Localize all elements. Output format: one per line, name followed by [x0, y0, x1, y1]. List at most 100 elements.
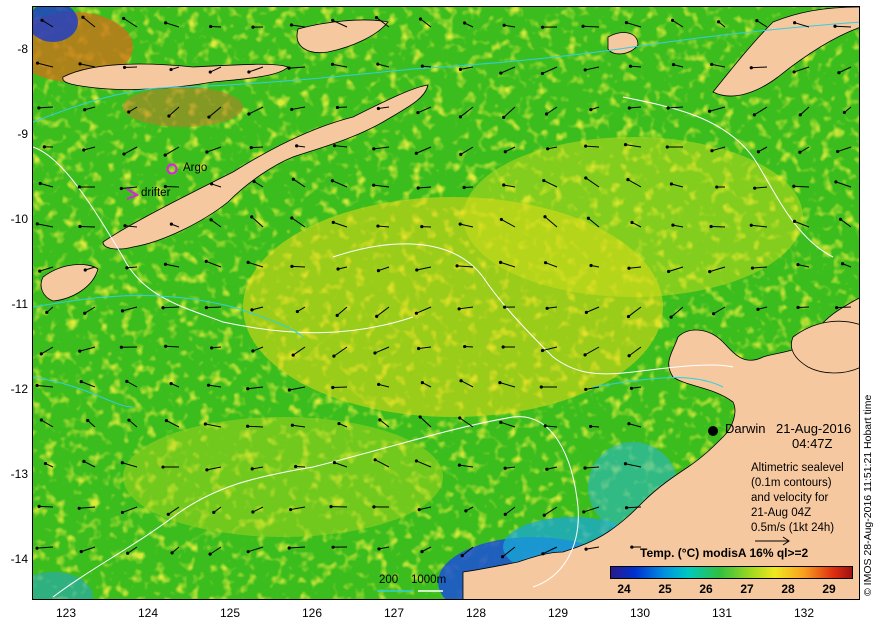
velocity-arrow-head — [541, 552, 545, 556]
velocity-arrow-head — [502, 115, 506, 119]
velocity-arrow-head — [373, 351, 377, 355]
velocity-arrow-head — [416, 186, 420, 190]
velocity-arrow-head — [35, 383, 39, 388]
colorbar-tick-label: 26 — [699, 582, 713, 596]
velocity-arrow-head — [203, 422, 207, 426]
sst-map — [33, 7, 859, 599]
velocity-arrow-head — [208, 70, 212, 74]
velocity-arrow-head — [78, 62, 82, 66]
velocity-arrow-head — [503, 150, 507, 154]
velocity-arrow-head — [543, 424, 547, 428]
velocity-arrow-head — [250, 467, 254, 471]
velocity-arrow-head — [77, 506, 81, 510]
velocity-arrow-head — [43, 461, 48, 466]
velocity-arrow-head — [373, 458, 377, 462]
velocity-arrow-head — [330, 179, 334, 183]
velocity-arrow-head — [671, 223, 675, 227]
velocity-arrow-head — [287, 388, 291, 392]
velocity-arrow-head — [665, 145, 669, 149]
velocity-arrow-head — [842, 110, 847, 115]
velocity-arrow-head — [709, 224, 713, 229]
velocity-arrow-head — [750, 266, 755, 270]
velocity-arrow-head — [372, 147, 376, 151]
velocity-arrow-head — [335, 105, 340, 110]
y-tick-label: -11 — [11, 297, 28, 311]
velocity-arrow-head — [35, 546, 39, 550]
y-tick-label: -8 — [17, 42, 28, 56]
velocity-arrow-head — [169, 67, 173, 72]
velocity-arrow-head — [251, 349, 255, 353]
velocity-arrow-head — [458, 222, 462, 226]
x-tick-label: 127 — [383, 606, 405, 620]
x-tick-label: 129 — [547, 606, 569, 620]
velocity-arrow-head — [584, 176, 588, 180]
velocity-arrow-head — [120, 510, 125, 515]
velocity-arrow-head — [35, 61, 40, 65]
velocity-arrow-head — [163, 262, 168, 266]
velocity-arrow-head — [335, 313, 339, 317]
velocity-arrow-head — [331, 545, 335, 549]
velocity-arrow-head — [708, 269, 712, 274]
velocity-arrow-head — [627, 266, 631, 270]
velocity-arrow-head — [715, 185, 719, 189]
velocity-arrow-head — [712, 312, 716, 316]
velocity-arrow-head — [37, 504, 41, 508]
velocity-arrow-head — [250, 308, 254, 312]
x-tick-label: 124 — [137, 606, 159, 620]
velocity-arrow-head — [290, 264, 294, 268]
velocity-arrow-head — [545, 306, 549, 310]
velocity-arrow-head — [375, 314, 379, 318]
velocity-arrow-head — [502, 183, 506, 187]
velocity-arrow-head — [83, 108, 87, 112]
credit-text: © IMOS 28-Aug-2016 11:51:21 Hobart time — [862, 394, 874, 596]
velocity-arrow-head — [623, 143, 628, 147]
velocity-arrow — [836, 306, 852, 309]
velocity-arrow-head — [589, 107, 593, 112]
velocity-arrow-head — [503, 305, 507, 309]
y-tick-label: -14 — [10, 552, 28, 566]
velocity-arrow-head — [122, 152, 126, 156]
velocity-arrow-head — [374, 15, 379, 20]
velocity-arrow-head — [204, 259, 208, 263]
velocity-arrow-head — [499, 420, 503, 424]
velocity-arrow-head — [833, 24, 837, 28]
velocity-arrow-head — [756, 150, 761, 154]
colorbar-tick-label: 25 — [658, 582, 672, 596]
velocity-arrow-head — [503, 466, 507, 470]
velocity-arrow-head — [666, 106, 670, 110]
velocity-arrow-head — [420, 64, 424, 68]
velocity-arrow-head — [329, 505, 333, 509]
velocity-arrow-head — [37, 106, 41, 110]
velocity-arrow-head — [291, 353, 295, 357]
velocity-arrow-head — [290, 423, 295, 427]
velocity-arrow-head — [540, 25, 545, 29]
velocity-arrow-head — [209, 218, 213, 222]
velocity-arrow-head — [251, 25, 255, 29]
y-tick-label: -10 — [10, 212, 28, 226]
velocity-arrow-head — [164, 21, 168, 25]
velocity-arrow-head — [376, 268, 381, 273]
velocity-arrow-head — [543, 215, 547, 219]
velocity-arrow-head — [584, 547, 588, 551]
velocity-arrow-head — [756, 307, 760, 311]
temperature-colorbar — [610, 566, 853, 579]
velocity-arrow-head — [45, 310, 49, 314]
velocity-arrow-head — [378, 418, 382, 422]
velocity-arrow-head — [667, 269, 671, 274]
velocity-arrow — [251, 146, 264, 149]
scale-label-1000: 1000m — [411, 574, 447, 586]
velocity-arrow — [291, 265, 306, 268]
velocity-arrow-head — [459, 379, 463, 383]
velocity-arrow-head — [376, 224, 380, 228]
velocity-arrow-head — [167, 114, 171, 118]
velocity-arrow-head — [127, 418, 131, 422]
velocity-arrow-head — [630, 545, 634, 549]
velocity-arrow-head — [498, 260, 503, 264]
velocity-arrow-head — [289, 507, 293, 512]
map-panel: Argo drifter Darwin 21-Aug-2016 04:47Z A… — [32, 6, 860, 600]
velocity-arrow-head — [42, 145, 46, 149]
velocity-arrow-head — [246, 260, 250, 264]
velocity-arrow-head — [503, 512, 507, 517]
velocity-arrow-head — [79, 550, 83, 554]
velocity-arrow-head — [458, 67, 463, 71]
